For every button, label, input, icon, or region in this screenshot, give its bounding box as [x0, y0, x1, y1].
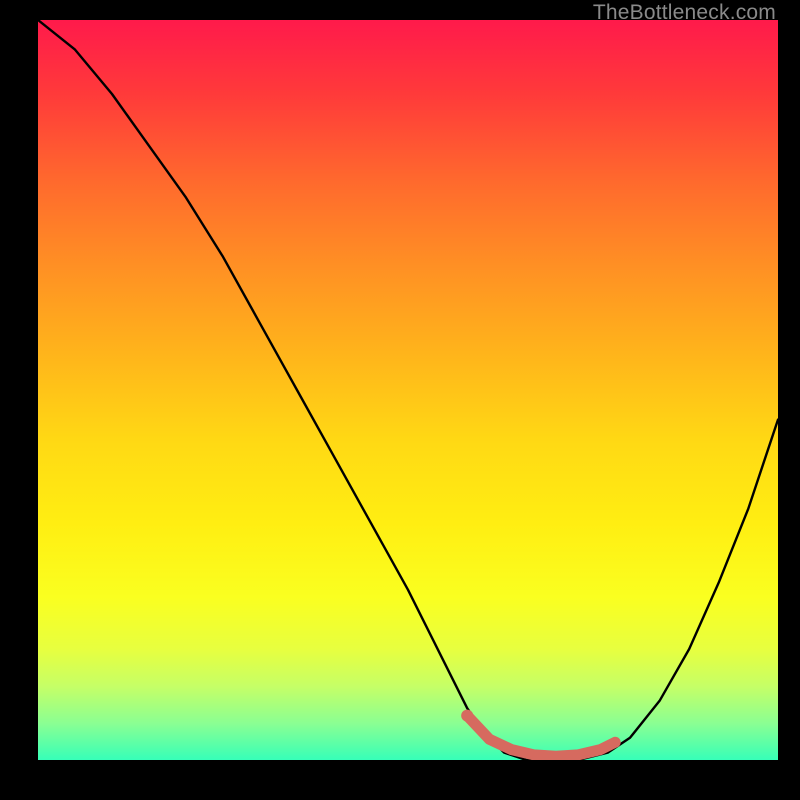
bottleneck-curve — [38, 20, 778, 760]
optimal-band-marker — [467, 716, 615, 757]
site-branding: TheBottleneck.com — [593, 1, 776, 25]
chart-svg — [38, 20, 778, 760]
bottleneck-chart — [38, 20, 778, 760]
